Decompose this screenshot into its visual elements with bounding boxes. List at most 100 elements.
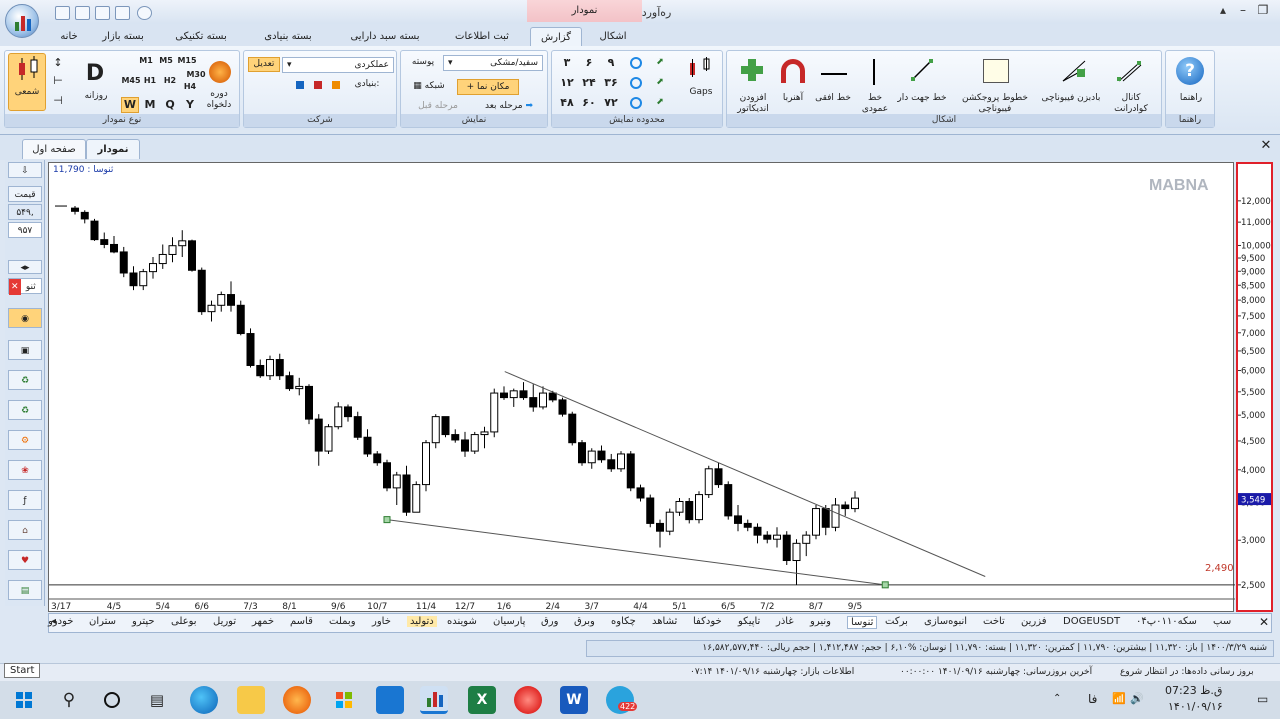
firefox-icon[interactable] [283,686,311,714]
m1-button[interactable]: M1 [137,55,155,66]
fund-color-blue[interactable] [296,81,304,89]
zoom-in-icon[interactable] [630,57,642,69]
range-icon-2[interactable]: ⬈ [652,77,668,88]
price-axis[interactable]: 12,000 11,000 10,000 9,500 9,000 8,500 8,000 7,… [1236,162,1273,612]
panel-tool-8[interactable]: ⌂ [8,520,42,540]
add-indicator-button[interactable]: افزودن اندیکاتور [731,93,775,115]
daily-icon[interactable]: D [83,61,107,86]
monthly-button[interactable]: M [143,99,157,110]
panel-tool-6[interactable]: ❀ [8,460,42,480]
fib-fan-button[interactable]: بادبزن فیبوناچی [1041,93,1101,104]
m5-button[interactable]: M5 [157,55,175,66]
windows-start-icon[interactable] [10,686,38,714]
candlestick-chart[interactable]: 3/17 4/5 5/4 6/6 7/3 8/1 9/6 10/7 11/4 12/7 1/6 2/4… [49,163,1235,613]
symbol-tab[interactable]: ونیرو [810,616,831,627]
direction-line-button[interactable]: خط جهت دار [897,93,947,104]
bar-chart-icon[interactable]: ⊢ [51,75,65,86]
symbol-tab[interactable]: سپ [1213,616,1231,627]
next-step-button[interactable]: مرحله بعد ➡ [475,101,543,112]
minimize-icon[interactable]: – [1236,3,1250,17]
excel-icon[interactable]: X [468,686,496,714]
panel-tool-1[interactable]: ◉ [8,308,42,328]
mail-icon[interactable] [376,686,404,714]
word-icon[interactable]: W [560,686,588,714]
settings-icon[interactable] [115,6,130,20]
range-12[interactable]: ۱۲ [556,77,578,88]
fib-projection-button[interactable]: خطوط پروجکشن فیبوناچی [957,93,1033,115]
magnet-button[interactable]: آهنربا [775,93,811,104]
symbol-tab[interactable]: تاپیکو [738,616,760,627]
volume-icon[interactable]: 🔊 [1130,692,1144,705]
fund-color-red[interactable] [314,81,322,89]
h2-button[interactable]: H2 [161,75,179,86]
tab-technical[interactable]: بسته تکنیکی [165,27,237,46]
skin-select[interactable]: ▾ سفید/مشکی [443,55,543,71]
range-72[interactable]: ۷۲ [600,97,622,108]
panel-tool-7[interactable]: ƒ [8,490,42,510]
edge-icon[interactable] [190,686,218,714]
help-icon[interactable]: ▴ [1216,3,1230,17]
symbol-tab[interactable]: فزرین [1021,616,1047,627]
adjust-select[interactable]: ▾ عملکردی [282,57,394,73]
tab-home[interactable]: خانه [52,27,86,46]
file-explorer-icon[interactable] [237,686,265,714]
telegram-icon[interactable]: 422 [606,686,638,714]
symbol-tab[interactable]: ستران [89,616,116,627]
restore-icon[interactable]: ❐ [1256,3,1270,17]
vline-button[interactable]: خط عمودی [857,93,893,115]
symbol-tab[interactable]: چکاوه [611,616,636,627]
range-48[interactable]: ۴۸ [556,97,578,108]
tab-portfolio[interactable]: بسته سبد دارایی [340,27,430,46]
cursor-button[interactable]: + مکان نما [457,79,519,95]
search-icon[interactable]: ⚲ [55,686,83,714]
tab-first-page[interactable]: صفحه اول [22,139,86,159]
symbol-tab[interactable]: انبوه‌سازی [924,616,967,627]
m30-button[interactable]: M30 [185,69,207,80]
h4-button[interactable]: H4 [181,81,199,92]
symbol-tab[interactable]: سکه۰۱۱۰پ۰۴ [1136,616,1197,627]
line-chart-icon[interactable]: ↕ [51,57,65,68]
zoom-fit-icon[interactable] [630,97,642,109]
panel-tool-4[interactable]: ♻ [8,400,42,420]
range-icon-3[interactable]: ⬈ [652,97,668,108]
adjust-button[interactable]: تعدیل [248,57,280,72]
remove-symbol-icon[interactable]: ✕ [9,279,21,295]
dropdown-icon[interactable] [137,6,152,20]
quarterly-button[interactable]: Q [163,99,177,110]
close-chart-icon[interactable]: ✕ [1259,139,1273,153]
zoom-out-icon[interactable] [630,77,642,89]
tab-report[interactable]: گزارش [530,27,582,46]
symbol-field[interactable]: ✕ ثنو [8,278,42,295]
candle-button[interactable]: شمعی [8,53,46,111]
daily-button[interactable]: روزانه [79,91,113,102]
tab-market[interactable]: بسته بازار [94,27,152,46]
context-tab-chart[interactable]: نمودار [527,0,642,22]
widgets-icon[interactable]: ▤ [143,686,171,714]
symbol-tab[interactable]: قاسم [290,616,313,627]
symbol-tab[interactable]: خمهر [252,616,274,627]
panel-tool-9[interactable]: ♥ [8,550,42,570]
app-menu-button[interactable] [5,4,39,38]
symbol-tab[interactable]: پارسیان [493,616,525,627]
panel-tool-10[interactable]: ▤ [8,580,42,600]
task-view-icon[interactable] [98,686,126,714]
network-icon[interactable]: 📶 [1112,692,1126,705]
clock-date[interactable]: ۱۴۰۱/۰۹/۱۶ [1168,700,1223,713]
grid-button[interactable]: ▦ شبکه [405,81,453,92]
print-preview-icon[interactable] [95,6,110,20]
symbol-tab[interactable]: خودکفا [693,616,722,627]
help-button[interactable]: راهنما [1168,93,1214,104]
quadrant-channel-button[interactable]: کانال کوادرانت [1105,93,1157,115]
m45-button[interactable]: M45 [121,75,141,86]
ohlc-chart-icon[interactable]: ⊣ [51,95,65,106]
m15-button[interactable]: M15 [177,55,197,66]
tab-shapes[interactable]: اشکال [590,27,636,46]
range-3[interactable]: ۳ [556,57,578,68]
symbol-tab[interactable]: توریل [213,616,236,627]
yearly-button[interactable]: Y [183,99,197,110]
weekly-button[interactable]: W [121,97,139,113]
notification-icon[interactable]: ▭ [1257,692,1268,706]
symbol-tab[interactable]: وبرق [574,616,595,627]
store-icon[interactable] [330,686,358,714]
range-6[interactable]: ۶ [578,57,600,68]
